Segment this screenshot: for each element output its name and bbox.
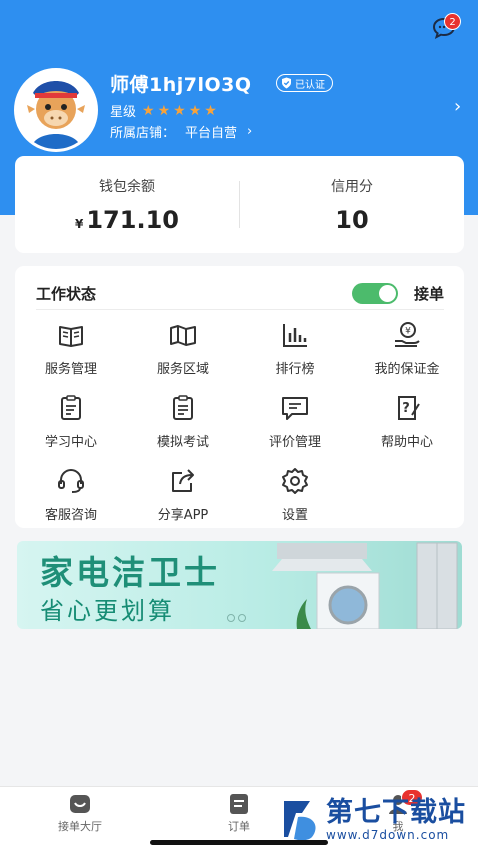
- rating-row: 星级 ★ ★ ★ ★ ★: [110, 101, 217, 121]
- svg-text:¥: ¥: [405, 327, 411, 337]
- accept-orders-toggle[interactable]: [351, 283, 398, 304]
- shop-row[interactable]: 所属店铺： 平台自营 ›: [110, 122, 252, 141]
- grid-item-settings[interactable]: 设置: [239, 466, 351, 539]
- banner-pagination: [227, 614, 246, 622]
- shield-check-icon: [282, 77, 291, 89]
- help-icon: ?: [398, 396, 420, 420]
- star-icon: ★: [157, 102, 171, 119]
- currency-symbol: ¥: [75, 216, 84, 231]
- chevron-right-icon: ›: [247, 124, 253, 139]
- watermark-title: 第七下载站: [326, 797, 466, 828]
- grid-item-label: 服务区域: [156, 362, 209, 377]
- avatar[interactable]: [14, 68, 98, 152]
- tab-orders[interactable]: 订单: [199, 793, 279, 834]
- mascot-icon: [17, 71, 95, 149]
- grid-item-ranking[interactable]: 排行榜: [239, 320, 351, 393]
- tab-label: 接单大厅: [58, 820, 102, 833]
- hall-icon: [70, 795, 90, 813]
- grid-item-label: 帮助中心: [380, 435, 433, 450]
- grid-item-label: 服务管理: [44, 362, 97, 377]
- deposit-icon: ¥: [395, 322, 420, 347]
- banner-subtitle: 省心更划算: [40, 597, 175, 625]
- promo-banner[interactable]: 家电洁卫士 省心更划算: [17, 541, 462, 629]
- grid-item-label: 我的保证金: [374, 362, 440, 377]
- grid-item-learning-center[interactable]: 学习中心: [15, 393, 127, 466]
- exam-icon: [173, 395, 193, 420]
- wallet-card: 钱包余额 ¥171.10 信用分 10: [15, 156, 464, 253]
- star-icon: ★: [173, 102, 186, 119]
- grid-item-label: 模拟考试: [156, 435, 209, 450]
- grid-item-service-management[interactable]: 服务管理: [15, 320, 127, 393]
- wallet-balance[interactable]: 钱包余额 ¥171.10: [15, 156, 239, 253]
- shop-value: 平台自营: [185, 126, 238, 141]
- order-icon: [230, 794, 248, 814]
- credit-label: 信用分: [331, 178, 373, 195]
- credit-score[interactable]: 信用分 10: [240, 156, 464, 253]
- watermark-url: www.d7down.com: [326, 828, 450, 842]
- grid-item-label: 排行榜: [275, 362, 315, 377]
- verified-badge: 已认证: [276, 74, 333, 92]
- map-icon: [170, 325, 196, 346]
- grid-item-deposit[interactable]: ¥ 我的保证金: [351, 320, 463, 393]
- star-icon: ★: [188, 102, 202, 119]
- grid-item-label: 客服咨询: [44, 508, 97, 523]
- balance-amount: 171.10: [86, 205, 179, 234]
- watermark: 第七下载站 www.d7down.com: [282, 797, 466, 843]
- grid-item-mock-exam[interactable]: 模拟考试: [127, 393, 239, 466]
- verified-label: 已认证: [295, 79, 325, 91]
- user-name: 师傅1hj7lO3Q: [110, 74, 252, 96]
- d7-logo-icon: [284, 801, 316, 841]
- tab-order-hall[interactable]: 接单大厅: [40, 793, 120, 834]
- watermark-text: 第七下载站 www.d7down.com: [326, 797, 466, 843]
- home-indicator: [150, 840, 328, 845]
- share-icon: [172, 469, 194, 492]
- star-icon: ★: [142, 102, 155, 119]
- grid-item-label: 分享APP: [157, 508, 209, 523]
- grid-item-customer-service[interactable]: 客服咨询: [15, 466, 127, 539]
- balance-value: ¥171.10: [75, 206, 179, 234]
- work-status-title: 工作状态: [36, 285, 97, 303]
- appliances-image: [272, 542, 458, 629]
- accept-orders-toggle-row: 接单: [351, 283, 444, 304]
- svg-text:?: ?: [402, 401, 410, 416]
- banner-title: 家电洁卫士: [40, 553, 220, 592]
- pagination-dot[interactable]: [238, 614, 246, 622]
- comment-icon: [282, 397, 308, 420]
- message-badge: 2: [444, 13, 461, 30]
- grid-item-service-area[interactable]: 服务区域: [127, 320, 239, 393]
- toggle-label: 接单: [413, 285, 444, 303]
- grid-item-label: 设置: [281, 508, 308, 523]
- bar-chart-icon: [283, 324, 307, 347]
- shop-label: 所属店铺：: [110, 126, 176, 141]
- clipboard-icon: [61, 395, 81, 420]
- work-status-card: 工作状态 接单 服务管理 服务区域 排行榜 ¥ 我的保证金 学习中心 模拟考试 …: [15, 266, 464, 528]
- grid-item-share-app[interactable]: 分享APP: [127, 466, 239, 539]
- book-icon: [59, 326, 83, 347]
- star-icon: ★: [204, 102, 217, 119]
- pagination-dot[interactable]: [227, 614, 235, 622]
- rating-label: 星级: [110, 105, 137, 120]
- grid-item-help-center[interactable]: ? 帮助中心: [351, 393, 463, 466]
- rating-stars: ★ ★ ★ ★ ★: [142, 104, 217, 118]
- work-status-header: 工作状态 接单: [36, 278, 444, 310]
- credit-value: 10: [335, 205, 369, 234]
- balance-label: 钱包余额: [99, 178, 155, 195]
- tab-label: 订单: [228, 820, 250, 833]
- gear-icon: [282, 468, 308, 494]
- grid-item-review-management[interactable]: 评价管理: [239, 393, 351, 466]
- profile-chevron-right-icon[interactable]: ›: [454, 96, 461, 117]
- headset-icon: [58, 468, 84, 493]
- function-grid: 服务管理 服务区域 排行榜 ¥ 我的保证金 学习中心 模拟考试 评价管理 ? 帮…: [15, 320, 464, 539]
- grid-item-label: 评价管理: [268, 435, 321, 450]
- grid-item-label: 学习中心: [44, 435, 97, 450]
- messages-button[interactable]: 2: [432, 13, 461, 41]
